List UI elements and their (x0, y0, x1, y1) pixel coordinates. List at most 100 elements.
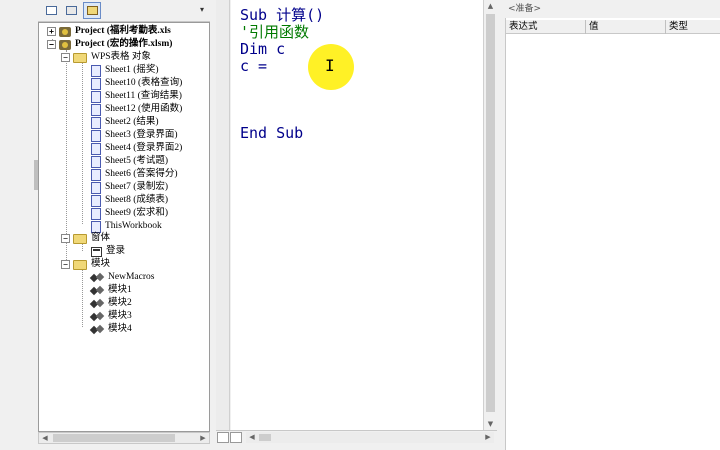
tree-item-sheet[interactable]: Sheet8 (成绩表) (91, 194, 168, 207)
module-icon (91, 273, 104, 283)
tree-item-module[interactable]: 模块2 (91, 297, 132, 310)
column-header-value[interactable]: 值 (586, 20, 666, 34)
project-icon (59, 26, 71, 37)
module-icon (91, 325, 104, 335)
tree-item-sheet[interactable]: Sheet11 (查询结果) (91, 90, 182, 103)
scroll-up-icon[interactable]: ▲ (484, 0, 497, 12)
collapse-icon[interactable]: − (47, 40, 56, 49)
tree-item-sheet[interactable]: Sheet9 (宏求和) (91, 207, 168, 220)
code-line-comment[interactable]: '引用函数 (240, 23, 309, 41)
tree-item-label: Project (宏的操作.xlsm) (75, 39, 173, 49)
tree-item-label: Sheet3 (登录界面) (105, 130, 178, 140)
sheet-icon (91, 90, 101, 103)
sheet-icon (91, 168, 101, 181)
sheet-icon (91, 129, 101, 142)
workbook-icon (91, 220, 101, 233)
tree-item-label: Sheet8 (成绩表) (105, 195, 169, 205)
tree-folder-objects[interactable]: − WPS表格 对象 (61, 51, 151, 64)
code-line[interactable]: c = (240, 57, 267, 75)
tree-item-sheet[interactable]: Sheet10 (表格查询) (91, 77, 182, 90)
chevron-down-icon[interactable]: ▾ (200, 5, 204, 14)
sheet-icon (91, 194, 101, 207)
tree-item-sheet[interactable]: Sheet7 (录制宏) (91, 181, 168, 194)
code-vscrollbar[interactable]: ▲ ▼ (483, 0, 497, 430)
full-module-view-icon[interactable] (230, 432, 242, 443)
tree-item-sheet[interactable]: Sheet5 (考试题) (91, 155, 168, 168)
scroll-thumb[interactable] (259, 434, 271, 441)
scroll-right-icon[interactable]: ▶ (482, 432, 494, 443)
tree-item-label: Sheet2 (结果) (105, 117, 159, 127)
collapse-icon[interactable]: − (61, 53, 70, 62)
watch-window-title: <准备> (505, 0, 720, 18)
folder-icon (73, 233, 87, 244)
column-header-type[interactable]: 类型 (666, 20, 720, 34)
tree-item-sheet[interactable]: Sheet12 (使用函数) (91, 103, 182, 116)
sheet-icon (91, 103, 101, 116)
tree-item-label: 登录 (106, 246, 126, 256)
tree-item-sheet[interactable]: Sheet2 (结果) (91, 116, 159, 129)
tree-folder-forms[interactable]: − 窗体 (61, 232, 110, 245)
tree-item-label: Sheet7 (录制宏) (105, 182, 169, 192)
project-tree: + Project (福利考勤表.xls − Project (宏的操作.xls… (38, 22, 210, 432)
project-icon (59, 39, 71, 50)
tree-item-module[interactable]: NewMacros (91, 271, 154, 284)
code-margin-bar[interactable] (216, 0, 230, 430)
column-header-expression[interactable]: 表达式 (506, 20, 586, 34)
tree-item-label: WPS表格 对象 (91, 52, 151, 62)
tree-item-form[interactable]: 登录 (91, 245, 125, 258)
sheet-icon (91, 116, 101, 129)
expand-icon[interactable]: + (47, 27, 56, 36)
tree-item-label: 模块1 (108, 285, 132, 295)
tree-item-module[interactable]: 模块1 (91, 284, 132, 297)
tree-item-label: ThisWorkbook (105, 221, 162, 231)
scroll-thumb[interactable] (486, 14, 495, 412)
tree-item-sheet[interactable]: Sheet1 (摇奖) (91, 64, 159, 77)
view-object-icon[interactable] (62, 2, 80, 19)
text-cursor-icon: I (325, 56, 335, 75)
sheet-icon (91, 64, 101, 77)
scroll-right-icon[interactable]: ▶ (197, 433, 209, 443)
tree-item-label: Sheet5 (考试题) (105, 156, 169, 166)
tree-item-label: Project (福利考勤表.xls (75, 26, 171, 36)
project-tree-hscrollbar[interactable]: ◀ ▶ (38, 432, 210, 444)
procedure-view-icon[interactable] (217, 432, 229, 443)
folder-icon (73, 52, 87, 63)
folder-icon (73, 259, 87, 270)
module-icon (91, 299, 104, 309)
collapse-icon[interactable]: − (61, 234, 70, 243)
watch-header: 表达式 值 类型 (506, 20, 720, 34)
view-code-icon[interactable] (42, 2, 60, 19)
module-icon (91, 312, 104, 322)
tree-item-project-macro[interactable]: − Project (宏的操作.xlsm) (47, 38, 172, 51)
code-line[interactable]: End Sub (240, 124, 303, 142)
code-line[interactable]: Sub 计算() (240, 6, 324, 24)
sheet-icon (91, 181, 101, 194)
tree-item-sheet[interactable]: Sheet3 (登录界面) (91, 129, 178, 142)
tree-item-module[interactable]: 模块4 (91, 323, 132, 336)
tree-item-sheet[interactable]: Sheet4 (登录界面2) (91, 142, 182, 155)
sheet-icon (91, 77, 101, 90)
tree-item-sheet[interactable]: Sheet6 (答案得分) (91, 168, 178, 181)
watch-window[interactable]: 表达式 值 类型 (505, 18, 720, 450)
tree-item-label: 模块 (91, 259, 111, 269)
tree-item-label: 模块3 (108, 311, 132, 321)
code-line[interactable]: Dim c (240, 40, 285, 58)
module-icon (91, 286, 104, 296)
tree-item-label: Sheet10 (表格查询) (105, 78, 183, 88)
project-explorer-toolbar: ▾ (38, 0, 210, 22)
tree-item-label: NewMacros (108, 272, 155, 282)
code-hscrollbar[interactable]: ◀ ▶ (246, 432, 494, 443)
tree-item-label: Sheet9 (宏求和) (105, 208, 169, 218)
tree-folder-modules[interactable]: − 模块 (61, 258, 110, 271)
scroll-down-icon[interactable]: ▼ (484, 418, 497, 430)
toggle-folders-icon[interactable] (83, 2, 101, 19)
tree-item-project-fuli[interactable]: + Project (福利考勤表.xls (47, 25, 171, 38)
code-editor[interactable]: Sub 计算() '引用函数 Dim c c = End Sub (231, 0, 483, 430)
tree-item-module[interactable]: 模块3 (91, 310, 132, 323)
scroll-left-icon[interactable]: ◀ (246, 432, 258, 443)
form-icon (91, 246, 102, 257)
scroll-left-icon[interactable]: ◀ (39, 433, 51, 443)
scroll-thumb[interactable] (53, 434, 175, 442)
tree-item-label: 窗体 (91, 233, 111, 243)
collapse-icon[interactable]: − (61, 260, 70, 269)
